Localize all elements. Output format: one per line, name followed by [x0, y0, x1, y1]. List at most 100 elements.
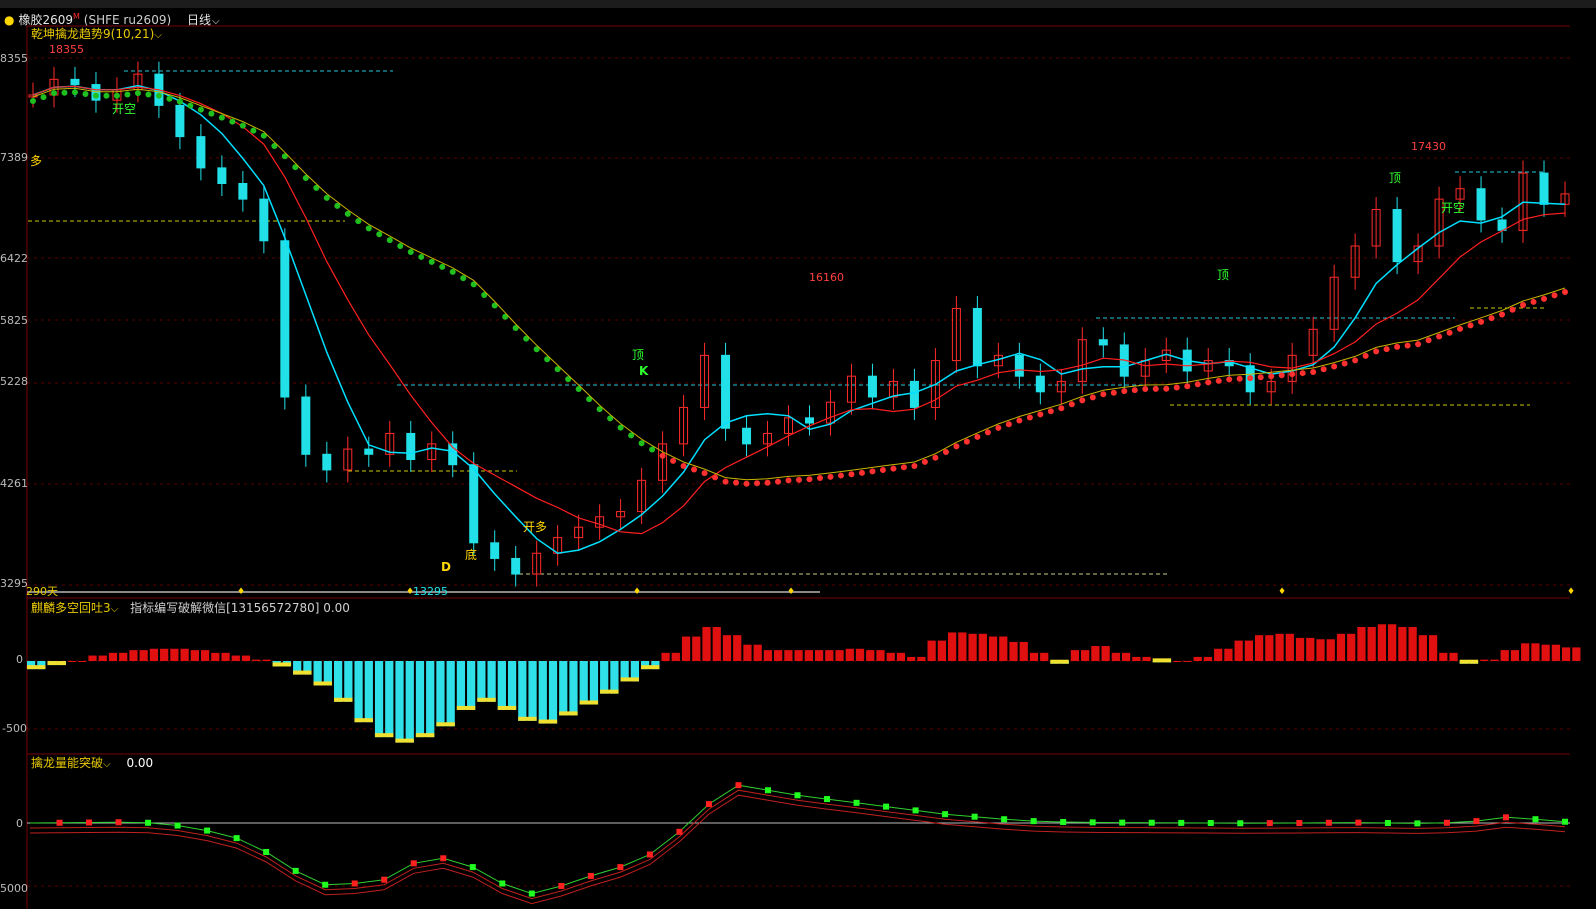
candle-body [406, 432, 416, 460]
x-tick-marker: ♦ [633, 587, 641, 597]
histogram-bar [1347, 633, 1356, 661]
histogram-bar [569, 661, 578, 716]
candle-body [301, 396, 311, 455]
trend-band-dot [1163, 385, 1170, 392]
histogram-bar [200, 650, 210, 661]
trend-band-dot [1520, 302, 1527, 309]
histogram-bar [784, 650, 793, 661]
histogram-cap [395, 738, 414, 743]
trend-band-dot [1541, 295, 1548, 302]
trend-band-dot [1562, 288, 1568, 295]
histogram-bar [1439, 652, 1448, 661]
histogram-bar [344, 661, 353, 702]
histogram-bar [1428, 635, 1438, 661]
trend-band-dot [754, 480, 761, 487]
histogram-bar [733, 635, 742, 661]
trend-band-dot [71, 89, 78, 96]
histogram-cap [477, 697, 496, 702]
chevron-down-icon[interactable]: ⌵ [154, 30, 162, 41]
trend-band-dot [1268, 373, 1275, 380]
trend-band-dot [1173, 384, 1180, 391]
histogram-cap [354, 718, 373, 723]
signal-kai-kong: 开空 [1441, 201, 1466, 215]
trend-band-dot [806, 476, 813, 483]
trend-band-dot [1446, 329, 1453, 336]
candle-body [721, 354, 731, 429]
mid-panel-title[interactable]: 麒麟多空回吐3 [31, 601, 111, 615]
trend-band-dot [837, 472, 844, 479]
energy-marker [1532, 816, 1539, 823]
histogram-bar [415, 661, 425, 738]
histogram-bar [160, 648, 169, 661]
histogram-bar [559, 661, 568, 716]
energy-marker [322, 881, 329, 888]
trend-band-dot [1415, 341, 1422, 348]
trend-band-dot [1394, 343, 1401, 350]
trend-band-dot [890, 465, 897, 472]
trend-band-dot [722, 478, 729, 485]
histogram-bar [1285, 633, 1294, 661]
energy-marker [1443, 819, 1450, 826]
trend-band-dot [61, 89, 68, 96]
signal-k-mark: K [639, 364, 649, 378]
energy-marker [558, 883, 565, 889]
histogram-bar [835, 650, 844, 661]
histogram-cap [374, 733, 394, 738]
trend-band-dot [775, 478, 782, 485]
energy-marker [145, 819, 152, 826]
trend-band-dot [1152, 385, 1159, 392]
energy-marker [617, 864, 624, 871]
energy-marker [1355, 819, 1362, 826]
energy-marker [942, 811, 949, 818]
energy-marker [1414, 820, 1421, 827]
trend-band-dot [197, 106, 204, 113]
histogram-bar [988, 636, 998, 661]
histogram-cap [313, 681, 332, 686]
histogram-bar [1306, 637, 1315, 661]
trend-band-dot [974, 433, 981, 440]
chevron-down-icon[interactable]: ⌵ [111, 604, 119, 615]
trend-band-dot [1373, 348, 1380, 355]
trend-band-dot [1278, 372, 1285, 379]
histogram-bar [743, 644, 752, 661]
histogram-cap [293, 670, 312, 675]
trend-band-dot [208, 110, 215, 117]
main-panel-title[interactable]: 乾坤擒龙趋势9(10,21) [31, 27, 154, 41]
candle-body [1476, 188, 1486, 221]
mid-panel-title-wrap[interactable]: 麒麟多空回吐3⌵ 指标编写破解微信[13156572780] 0.00 [31, 601, 350, 617]
histogram-bar [978, 633, 987, 661]
histogram-bar [948, 632, 957, 661]
x-tick-marker: ♦ [1278, 587, 1286, 597]
energy-marker [853, 799, 860, 806]
trend-band-dot [239, 122, 246, 129]
trend-band-dot [50, 90, 57, 97]
trend-band-dot [942, 449, 949, 456]
energy-marker [1502, 814, 1509, 821]
energy-marker [1325, 819, 1332, 826]
histogram-bar [1040, 652, 1049, 661]
energy-marker [1119, 819, 1126, 826]
trend-band-dot [911, 462, 918, 469]
mid-panel-subtitle: 指标编写破解微信[13156572780] 0.00 [130, 601, 350, 615]
bottom-panel-title[interactable]: 擒龙量能突破 [31, 756, 103, 770]
energy-marker [499, 880, 506, 887]
bottom-panel-title-wrap[interactable]: 擒龙量能突破⌵ 0.00 [31, 756, 153, 772]
main-panel-title-wrap[interactable]: 乾坤擒龙趋势9(10,21)⌵ [31, 27, 162, 43]
energy-marker [381, 876, 388, 883]
histogram-bar [467, 661, 476, 710]
chevron-down-icon[interactable]: ⌵ [103, 759, 111, 770]
energy-marker [263, 848, 270, 855]
y-tick-main: 4261 [0, 477, 28, 490]
trend-band-dot [1184, 383, 1191, 390]
trend-band-dot [1236, 375, 1243, 382]
candle-body [972, 307, 982, 367]
histogram-cap [518, 716, 537, 721]
histogram-bar [1111, 652, 1120, 661]
trend-band-dot [921, 458, 928, 465]
histogram-bar [866, 650, 875, 661]
energy-marker [410, 860, 417, 867]
histogram-bar [67, 661, 77, 662]
histogram-bar [1070, 650, 1080, 661]
energy-marker [469, 864, 476, 871]
energy-marker [1001, 816, 1008, 823]
